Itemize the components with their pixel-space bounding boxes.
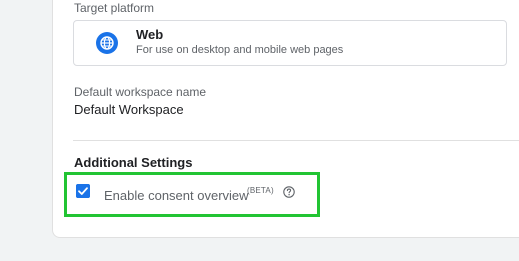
platform-option-description: For use on desktop and mobile web pages	[136, 44, 344, 56]
platform-option-title: Web	[136, 27, 164, 42]
beta-badge: (BETA)	[247, 186, 274, 195]
globe-icon	[96, 32, 118, 54]
platform-option-web[interactable]: Web For use on desktop and mobile web pa…	[73, 20, 507, 66]
section-divider	[73, 140, 519, 141]
help-circle-icon[interactable]	[283, 186, 295, 198]
consent-checkbox[interactable]	[76, 184, 90, 198]
consent-overview-label[interactable]: Enable consent overview	[104, 188, 249, 203]
additional-settings-heading: Additional Settings	[74, 155, 193, 170]
target-platform-label: Target platform	[74, 1, 155, 15]
workspace-name-label: Default workspace name	[74, 85, 207, 99]
workspace-name-value[interactable]: Default Workspace	[74, 102, 184, 117]
